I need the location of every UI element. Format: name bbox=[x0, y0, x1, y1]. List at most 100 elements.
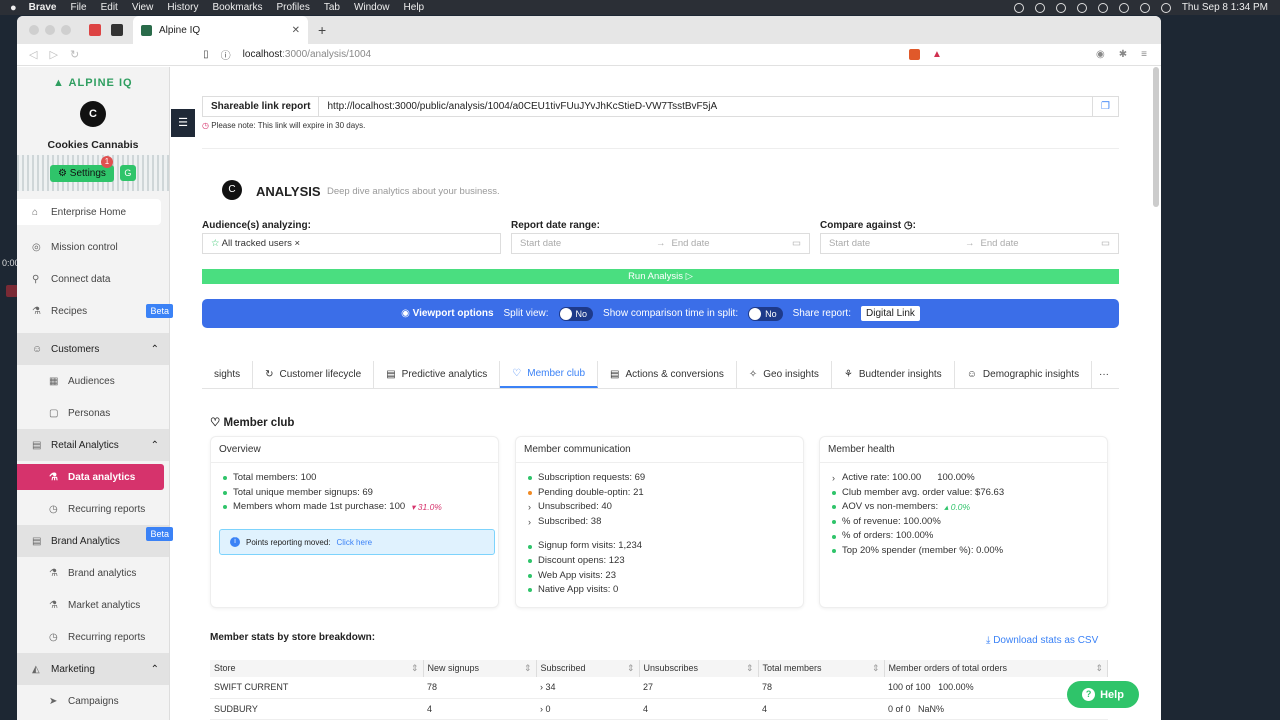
sidebar-item-brand-recurring-reports[interactable]: ◷ Recurring reports bbox=[17, 621, 169, 653]
brightness-icon[interactable] bbox=[1076, 2, 1087, 13]
sort-icon[interactable]: ⇕ bbox=[627, 663, 635, 674]
audience-chip[interactable]: ☆ All tracked users × bbox=[211, 238, 300, 249]
sidebar-item-connect-data[interactable]: ⚲ Connect data bbox=[17, 263, 169, 295]
split-view-toggle[interactable]: No bbox=[558, 306, 594, 321]
sidebar-item-campaigns[interactable]: ➤ Campaigns bbox=[17, 685, 169, 717]
pinned-tab-icon[interactable] bbox=[111, 24, 123, 36]
sidebar-section-retail-analytics[interactable]: ▤ Retail Analytics ⌃ bbox=[17, 429, 169, 461]
sort-icon[interactable]: ⇕ bbox=[746, 663, 754, 674]
calendar-icon[interactable]: ▭ bbox=[792, 238, 801, 249]
new-tab-icon[interactable]: + bbox=[318, 22, 326, 38]
tab-insights[interactable]: sights bbox=[202, 361, 254, 388]
sidebar-item-recipes[interactable]: ⚗ Recipes Beta bbox=[17, 295, 173, 327]
menu-window[interactable]: Window bbox=[354, 2, 390, 13]
compare-end-input[interactable]: End date bbox=[981, 238, 1102, 249]
tab-predictive-analytics[interactable]: ▤ Predictive analytics bbox=[374, 361, 501, 388]
status-icon[interactable] bbox=[1034, 2, 1045, 13]
extension-icon[interactable]: ◉ bbox=[1096, 49, 1105, 60]
copy-icon[interactable]: ❐ bbox=[1092, 97, 1118, 116]
list-item[interactable]: › Subscribed: 38 bbox=[528, 515, 803, 530]
share-url[interactable]: http://localhost:3000/public/analysis/10… bbox=[319, 101, 717, 112]
search-icon[interactable] bbox=[1160, 2, 1171, 13]
column-header-unsubscribes[interactable]: Unsubscribes ⇕ bbox=[639, 660, 759, 677]
list-item[interactable]: › Unsubscribed: 40 bbox=[528, 500, 803, 515]
puzzle-icon[interactable]: ✱ bbox=[1119, 49, 1127, 60]
sort-icon[interactable]: ⇕ bbox=[872, 663, 880, 674]
sidebar-item-market-analytics[interactable]: ⚗ Market analytics bbox=[17, 589, 169, 621]
apple-icon[interactable]: ● bbox=[10, 2, 17, 14]
menu-bookmarks[interactable]: Bookmarks bbox=[212, 2, 262, 13]
refresh-button[interactable]: G bbox=[119, 165, 136, 181]
date-range-picker[interactable]: Start date → End date ▭ bbox=[511, 233, 810, 254]
site-info-icon[interactable]: ⓘ bbox=[221, 47, 231, 62]
browser-tab-active[interactable]: Alpine IQ ✕ bbox=[133, 16, 308, 44]
comparison-split-toggle[interactable]: No bbox=[748, 306, 783, 321]
sidebar-item-audiences[interactable]: ▦ Audiences bbox=[17, 365, 169, 397]
menu-app[interactable]: Brave bbox=[29, 2, 57, 13]
clock[interactable]: Thu Sep 8 1:34 PM bbox=[1182, 2, 1268, 13]
sidebar-section-customers[interactable]: ☺ Customers ⌃ bbox=[17, 333, 169, 365]
status-icon[interactable] bbox=[1055, 2, 1066, 13]
sidebar-section-marketing[interactable]: ◭ Marketing ⌃ bbox=[17, 653, 169, 685]
sort-icon[interactable]: ⇕ bbox=[411, 663, 419, 674]
menu-profiles[interactable]: Profiles bbox=[276, 2, 309, 13]
tab-customer-lifecycle[interactable]: ↻ Customer lifecycle bbox=[253, 361, 375, 388]
download-csv-link[interactable]: ⤓ Download stats as CSV bbox=[986, 635, 1098, 646]
tab-budtender-insights[interactable]: ⚘ Budtender insights bbox=[832, 361, 955, 388]
sort-icon[interactable]: ⇕ bbox=[524, 663, 532, 674]
back-icon[interactable]: ◁ bbox=[29, 48, 37, 61]
menu-history[interactable]: History bbox=[167, 2, 198, 13]
sidebar-item-mission-control[interactable]: ◎ Mission control bbox=[17, 231, 169, 263]
bookmark-icon[interactable]: ▯ bbox=[203, 49, 209, 60]
calendar-icon[interactable]: ▭ bbox=[1101, 238, 1110, 249]
gmail-pinned-tab-icon[interactable] bbox=[89, 24, 101, 36]
sidebar-item-recurring-reports[interactable]: ◷ Recurring reports bbox=[17, 493, 169, 525]
zoom-window-button[interactable] bbox=[61, 25, 71, 35]
sidebar-item-data-analytics[interactable]: ⚗ Data analytics bbox=[17, 464, 164, 490]
sidebar-item-brand-analytics[interactable]: ⚗ Brand analytics bbox=[17, 557, 169, 589]
close-tab-icon[interactable]: ✕ bbox=[292, 25, 300, 36]
tab-demographic-insights[interactable]: ☺ Demographic insights bbox=[955, 361, 1093, 388]
sidebar-item-enterprise-home[interactable]: ⌂ Enterprise Home bbox=[17, 199, 161, 225]
url-field[interactable]: localhost:3000/analysis/1004 bbox=[243, 49, 371, 60]
compare-start-input[interactable]: Start date bbox=[829, 238, 959, 249]
forward-icon[interactable]: ▷ bbox=[49, 48, 57, 61]
cell-subscribed[interactable]: › 0 bbox=[536, 698, 639, 720]
menu-help[interactable]: Help bbox=[404, 2, 425, 13]
column-header-new-signups[interactable]: New signups ⇕ bbox=[423, 660, 537, 677]
menu-icon[interactable]: ≡ bbox=[1141, 49, 1147, 60]
remove-chip-icon[interactable]: × bbox=[295, 238, 301, 249]
sidebar-item-personas[interactable]: ▢ Personas bbox=[17, 397, 169, 429]
end-date-input[interactable]: End date bbox=[672, 238, 793, 249]
column-header-member-orders[interactable]: Member orders of total orders ⇕ bbox=[884, 660, 1108, 677]
menu-edit[interactable]: Edit bbox=[101, 2, 118, 13]
help-button[interactable]: ? Help bbox=[1067, 681, 1139, 708]
menu-tab[interactable]: Tab bbox=[324, 2, 340, 13]
brave-rewards-icon[interactable]: ▲ bbox=[932, 49, 942, 60]
brave-shields-icon[interactable] bbox=[909, 49, 920, 60]
tab-geo-insights[interactable]: ✧ Geo insights bbox=[737, 361, 832, 388]
column-header-subscribed[interactable]: Subscribed ⇕ bbox=[536, 660, 640, 677]
click-here-link[interactable]: Click here bbox=[337, 538, 373, 547]
list-item[interactable]: › Active rate: 100.00 100.00% bbox=[832, 471, 1107, 486]
compare-date-picker[interactable]: Start date → End date ▭ bbox=[820, 233, 1119, 254]
clock-info-icon[interactable]: ◷ bbox=[904, 220, 913, 231]
digital-link-button[interactable]: Digital Link bbox=[861, 306, 920, 321]
more-tabs-icon[interactable]: ··· bbox=[1099, 361, 1119, 388]
run-analysis-button[interactable]: Run Analysis ▷ bbox=[202, 269, 1119, 284]
column-header-store[interactable]: Store ⇕ bbox=[210, 660, 424, 677]
sort-icon[interactable]: ⇕ bbox=[1095, 663, 1103, 674]
column-header-total-members[interactable]: Total members ⇕ bbox=[758, 660, 885, 677]
tab-member-club[interactable]: ♡ Member club bbox=[500, 361, 599, 388]
page-scrollbar[interactable] bbox=[1153, 67, 1159, 207]
sidebar-section-brand-analytics[interactable]: ▤ Brand Analytics Beta bbox=[17, 525, 173, 557]
tab-actions-conversions[interactable]: ▤ Actions & conversions bbox=[598, 361, 737, 388]
wifi-icon[interactable] bbox=[1139, 2, 1150, 13]
alpine-logo[interactable]: ▲ ALPINE IQ bbox=[53, 77, 169, 89]
status-icon[interactable] bbox=[1013, 2, 1024, 13]
start-date-input[interactable]: Start date bbox=[520, 238, 650, 249]
menu-file[interactable]: File bbox=[70, 2, 86, 13]
status-icon[interactable] bbox=[1097, 2, 1108, 13]
sidebar-toggle-button[interactable]: ☰ bbox=[171, 109, 195, 137]
minimize-window-button[interactable] bbox=[45, 25, 55, 35]
